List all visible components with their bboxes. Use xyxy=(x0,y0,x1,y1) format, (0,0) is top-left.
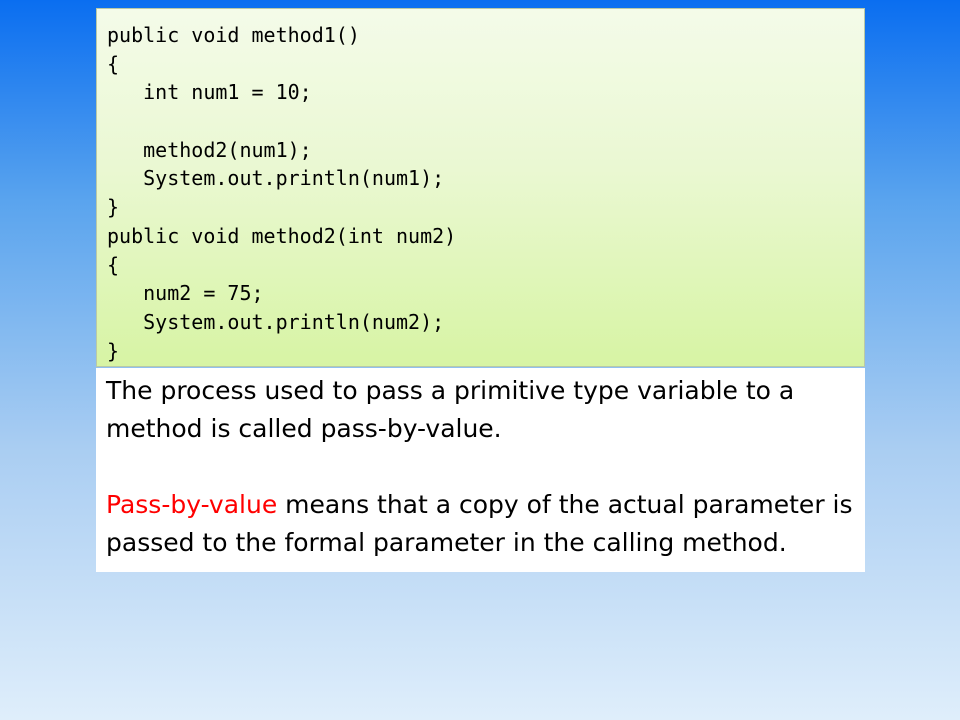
code-line: public void method2(int num2) xyxy=(107,223,457,248)
explanation-box: The process used to pass a primitive typ… xyxy=(96,368,865,572)
pass-by-value-meaning: Pass-by-value means that a copy of the a… xyxy=(106,486,855,562)
code-line: method2(num1); xyxy=(107,137,312,162)
code-line: num2 = 75; xyxy=(107,281,264,306)
code-line: { xyxy=(107,51,120,76)
code-line: System.out.println(num1); xyxy=(107,166,445,191)
pass-by-value-definition: The process used to pass a primitive typ… xyxy=(106,376,795,443)
code-line: System.out.println(num2); xyxy=(107,309,445,334)
code-block: public void method1() { int num1 = 10; m… xyxy=(96,8,865,367)
code-line: } xyxy=(107,195,120,220)
code-line: { xyxy=(107,252,120,277)
pass-by-value-term: Pass-by-value xyxy=(106,490,278,519)
code-line: } xyxy=(107,338,120,363)
code-line: int num1 = 10; xyxy=(107,80,312,105)
code-line: public void method1() xyxy=(107,23,360,47)
